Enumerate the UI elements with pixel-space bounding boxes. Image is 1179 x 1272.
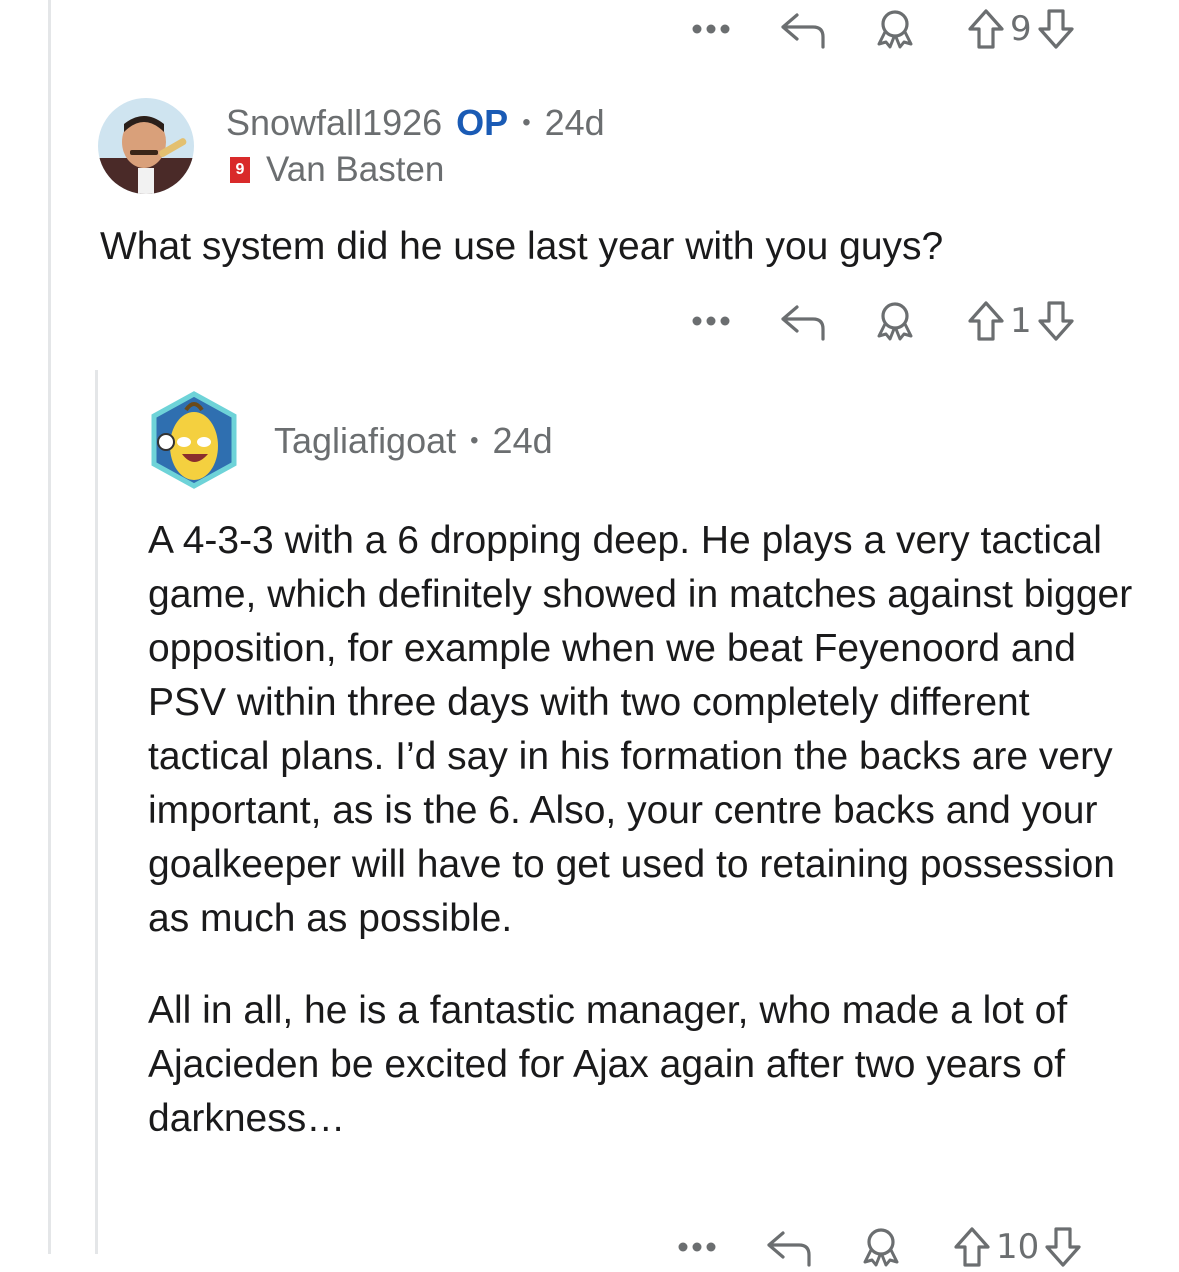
award-icon bbox=[877, 302, 913, 341]
downvote-button[interactable] bbox=[1043, 1225, 1083, 1269]
more-icon bbox=[678, 1242, 716, 1252]
downvote-button[interactable] bbox=[1036, 299, 1076, 343]
reply-icon bbox=[767, 1231, 811, 1267]
user-flair: 9 Van Basten bbox=[230, 150, 444, 190]
award-icon bbox=[863, 1228, 899, 1267]
more-button[interactable] bbox=[680, 24, 742, 34]
flair-badge-icon: 9 bbox=[230, 157, 250, 183]
upvote-icon bbox=[954, 1227, 990, 1267]
more-button[interactable] bbox=[680, 316, 742, 326]
downvote-icon bbox=[1038, 301, 1074, 341]
thread-line-outer[interactable] bbox=[48, 0, 51, 1254]
comment-body: What system did he use last year with yo… bbox=[100, 220, 1140, 274]
award-button[interactable] bbox=[850, 1225, 912, 1269]
comment-body: A 4-3-3 with a 6 dropping deep. He plays… bbox=[148, 514, 1148, 1146]
username[interactable]: Snowfall1926 bbox=[226, 102, 442, 144]
award-icon bbox=[877, 10, 913, 49]
comment-paragraph: All in all, he is a fantastic manager, w… bbox=[148, 989, 1068, 1140]
downvote-icon bbox=[1038, 9, 1074, 49]
upvote-icon bbox=[968, 9, 1004, 49]
username[interactable]: Tagliafigoat bbox=[274, 420, 456, 462]
reply-button[interactable] bbox=[772, 9, 834, 49]
thread-line-inner[interactable] bbox=[95, 370, 98, 1254]
comment-author[interactable]: Tagliafigoat • 24d bbox=[274, 420, 553, 462]
avatar[interactable] bbox=[146, 390, 242, 490]
award-button[interactable] bbox=[864, 7, 926, 51]
avatar[interactable] bbox=[98, 98, 194, 194]
separator-dot: • bbox=[470, 427, 479, 454]
vote-count: 9 bbox=[1010, 9, 1032, 49]
vote-count: 1 bbox=[1010, 301, 1032, 341]
reply-button[interactable] bbox=[772, 301, 834, 341]
comment-age: 24d bbox=[544, 102, 605, 143]
vote-count: 10 bbox=[996, 1227, 1040, 1267]
award-button[interactable] bbox=[864, 299, 926, 343]
downvote-button[interactable] bbox=[1036, 7, 1076, 51]
parent-comment-actions: 9 bbox=[680, 4, 1076, 54]
comment-actions: 10 bbox=[666, 1222, 1083, 1272]
comment-author[interactable]: Snowfall1926 OP • 24d bbox=[226, 102, 605, 144]
comment-actions: 1 bbox=[680, 296, 1076, 346]
more-icon bbox=[692, 316, 730, 326]
more-button[interactable] bbox=[666, 1242, 728, 1252]
upvote-button[interactable] bbox=[966, 7, 1006, 51]
reply-button[interactable] bbox=[758, 1227, 820, 1267]
comment-text: What system did he use last year with yo… bbox=[100, 225, 944, 268]
upvote-button[interactable] bbox=[952, 1225, 992, 1269]
more-icon bbox=[692, 24, 730, 34]
flair-text: Van Basten bbox=[266, 150, 445, 189]
comment-paragraph: A 4-3-3 with a 6 dropping deep. He plays… bbox=[148, 519, 1133, 940]
comment-age: 24d bbox=[492, 420, 553, 461]
upvote-icon bbox=[968, 301, 1004, 341]
upvote-button[interactable] bbox=[966, 299, 1006, 343]
downvote-icon bbox=[1045, 1227, 1081, 1267]
separator-dot: • bbox=[522, 109, 531, 136]
reply-icon bbox=[781, 305, 825, 341]
op-tag: OP bbox=[456, 102, 509, 143]
reply-icon bbox=[781, 13, 825, 49]
